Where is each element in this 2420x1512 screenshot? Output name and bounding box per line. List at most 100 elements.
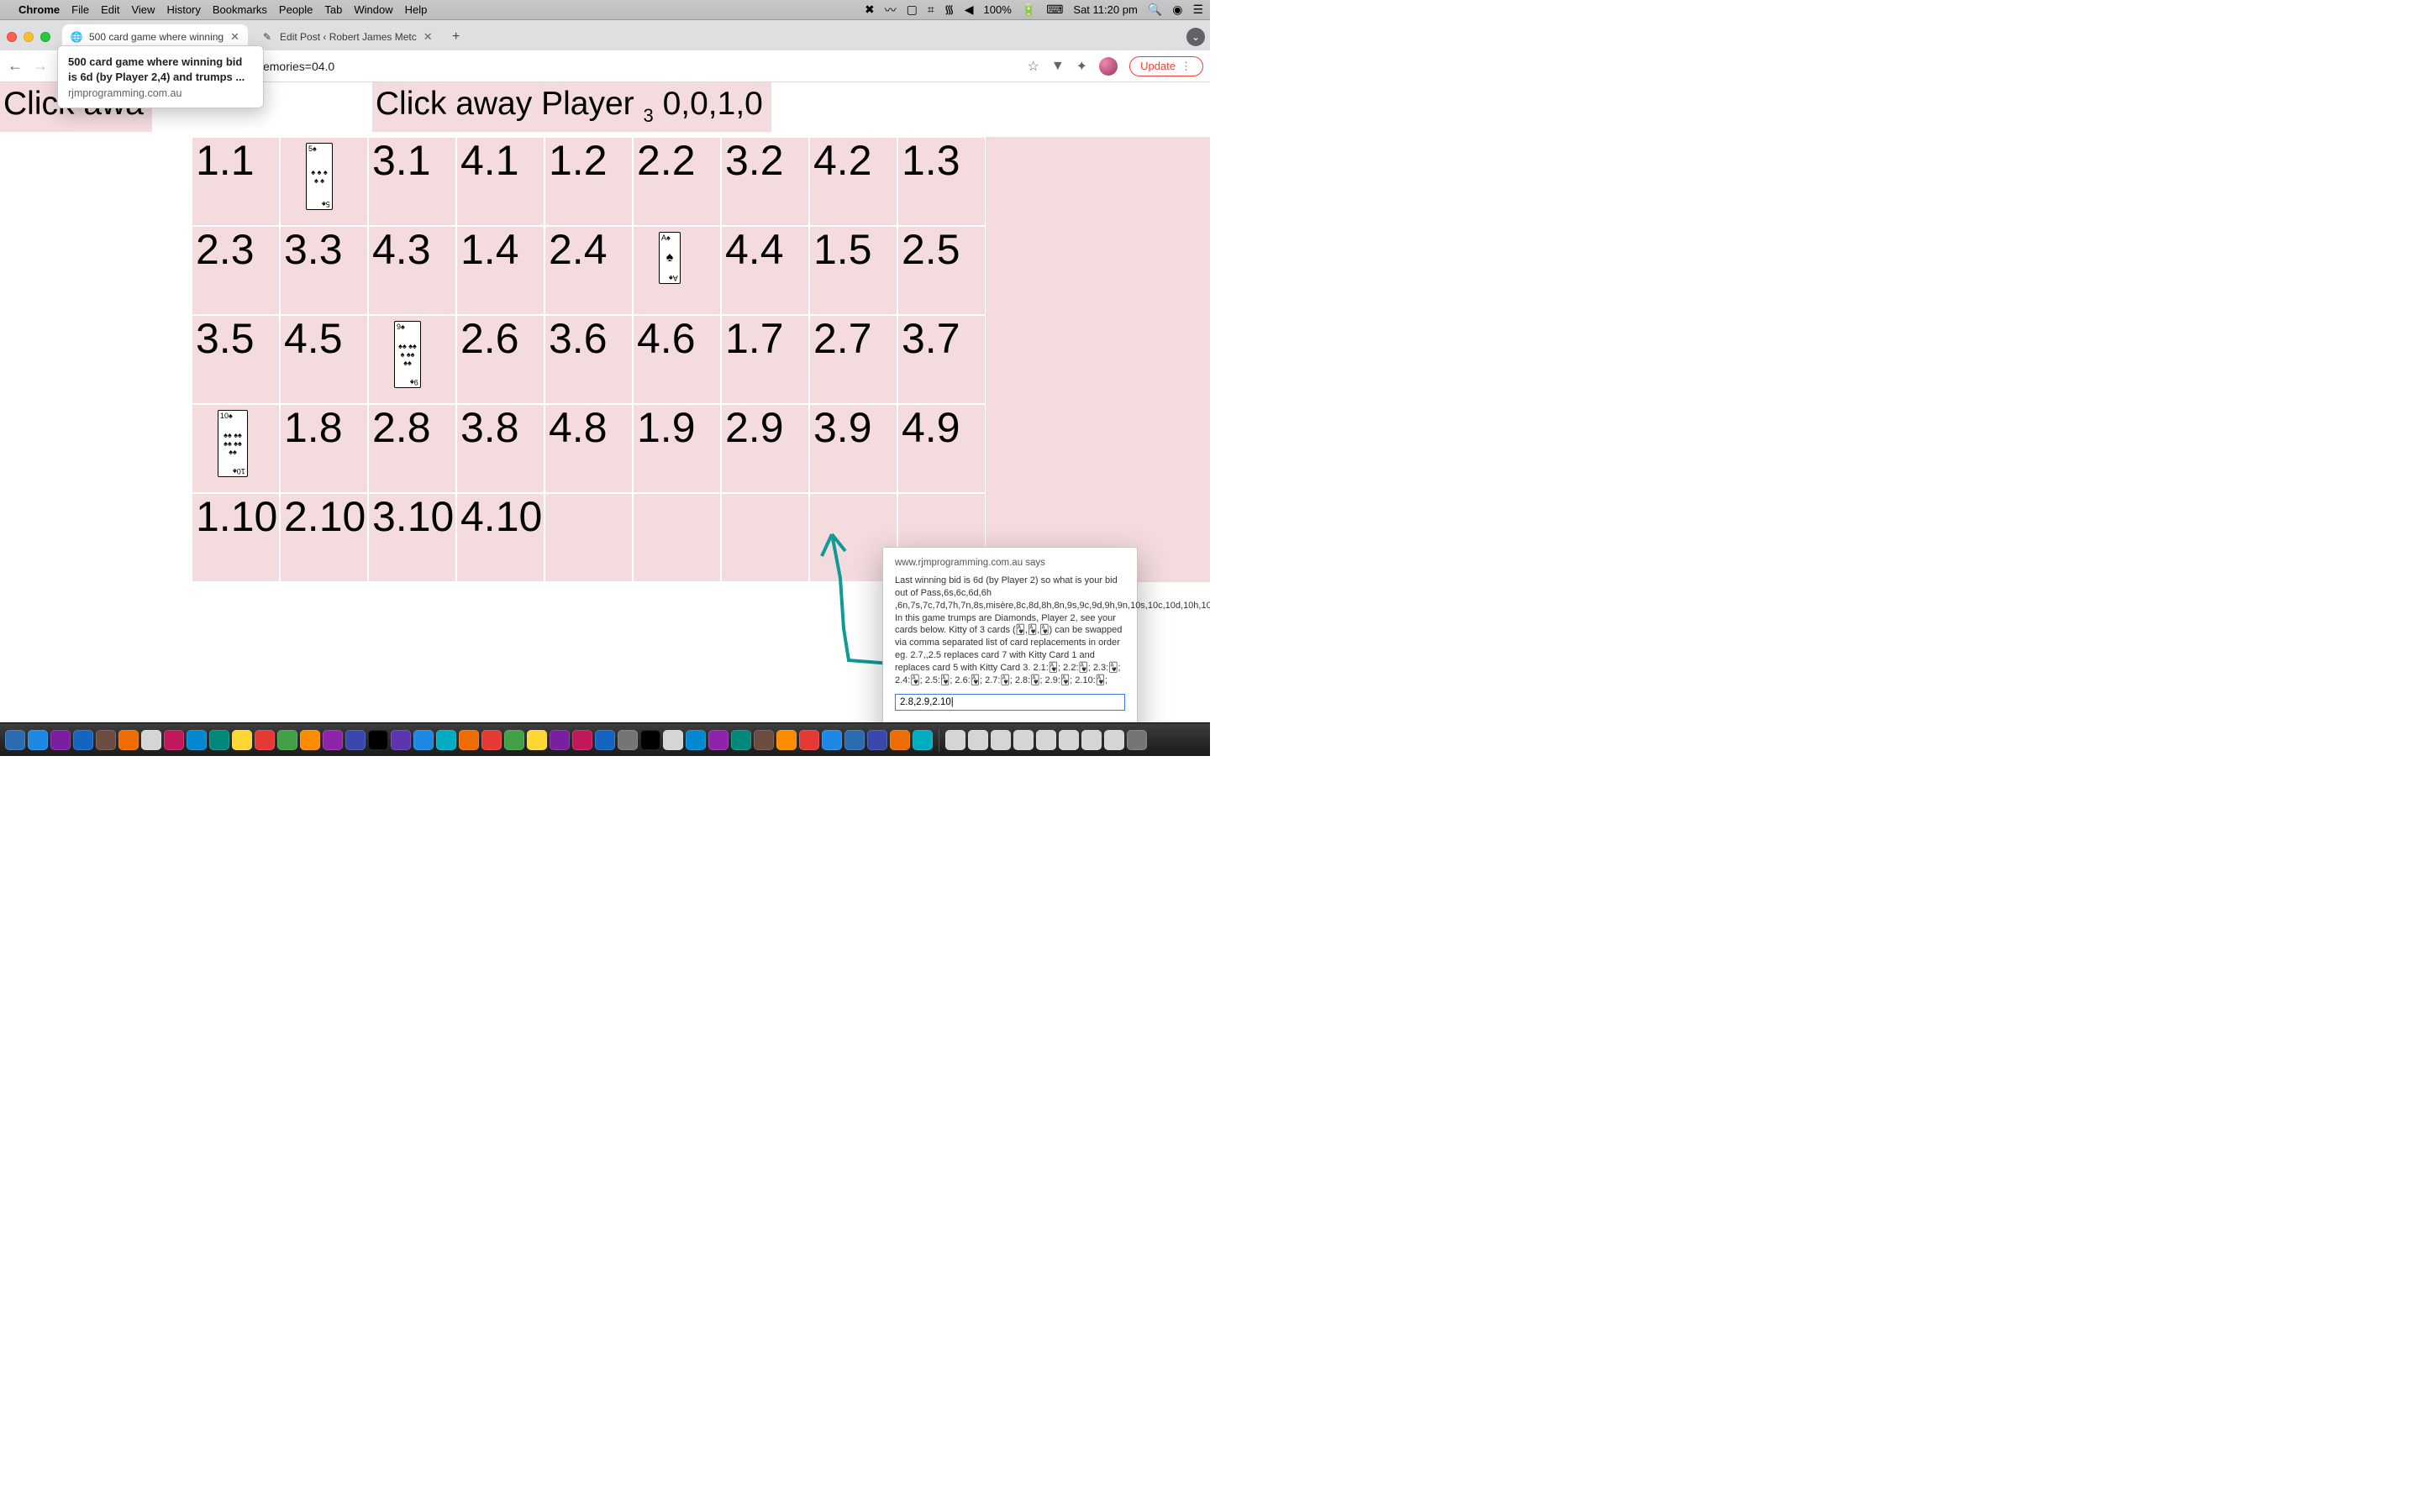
dock-app-icon[interactable] xyxy=(527,730,547,750)
grid-cell[interactable]: 1.1 xyxy=(192,137,280,226)
dock-app-icon[interactable] xyxy=(663,730,683,750)
kebab-icon[interactable]: ⋮ xyxy=(1181,60,1192,73)
grid-cell[interactable]: 1.7 xyxy=(721,315,809,404)
update-button[interactable]: Update ⋮ xyxy=(1129,56,1203,76)
grid-cell[interactable] xyxy=(633,493,721,582)
dock-app-icon[interactable] xyxy=(345,730,366,750)
minimize-window-button[interactable] xyxy=(24,32,34,42)
dock-app-icon[interactable] xyxy=(28,730,48,750)
grid-cell[interactable]: 1.10 xyxy=(192,493,280,582)
grid-cell[interactable]: 4.1 xyxy=(456,137,544,226)
siri-icon[interactable]: ◉ xyxy=(1172,3,1182,17)
dock-app-icon[interactable] xyxy=(255,730,275,750)
grid-cell[interactable] xyxy=(544,493,633,582)
dock-app-icon[interactable] xyxy=(890,730,910,750)
grid-cell[interactable] xyxy=(721,493,809,582)
dock-app-icon[interactable] xyxy=(991,730,1011,750)
playing-card[interactable]: 5♠♠ ♠ ♠ ♠ ♠5♠ xyxy=(306,143,333,210)
close-window-button[interactable] xyxy=(7,32,17,42)
grid-cell[interactable]: 3.9 xyxy=(809,404,897,493)
dock-trash-icon[interactable] xyxy=(1127,730,1147,750)
grid-cell[interactable]: 2.2 xyxy=(633,137,721,226)
grid-cell[interactable]: 3.5 xyxy=(192,315,280,404)
dock-app-icon[interactable] xyxy=(708,730,729,750)
dock-app-icon[interactable] xyxy=(572,730,592,750)
back-button[interactable]: ← xyxy=(7,57,24,75)
spotlight-icon[interactable]: 🔍 xyxy=(1148,3,1162,17)
menu-edit[interactable]: Edit xyxy=(101,3,119,16)
zoom-window-button[interactable] xyxy=(40,32,50,42)
dock-app-icon[interactable] xyxy=(187,730,207,750)
grid-cell[interactable]: 1.3 xyxy=(897,137,986,226)
grid-cell[interactable]: 1.9 xyxy=(633,404,721,493)
dock-app-icon[interactable] xyxy=(618,730,638,750)
dock-app-icon[interactable] xyxy=(459,730,479,750)
dock-app-icon[interactable] xyxy=(968,730,988,750)
grid-cell[interactable]: 10♠♠♠ ♠♠ ♠♠ ♠♠ ♠♠10♠ xyxy=(192,404,280,493)
clock[interactable]: Sat 11:20 pm xyxy=(1073,3,1137,16)
menu-tab[interactable]: Tab xyxy=(324,3,342,16)
dock-app-icon[interactable] xyxy=(96,730,116,750)
dock-app-icon[interactable] xyxy=(731,730,751,750)
dock-app-icon[interactable] xyxy=(1104,730,1124,750)
dock-app-icon[interactable] xyxy=(776,730,797,750)
dialog-input[interactable] xyxy=(895,694,1125,711)
keyboard-icon[interactable]: ⌨ xyxy=(1046,3,1063,17)
grid-cell[interactable]: 4.8 xyxy=(544,404,633,493)
grid-cell[interactable]: 2.10 xyxy=(280,493,368,582)
grid-cell[interactable]: 2.4 xyxy=(544,226,633,315)
grid-cell[interactable]: 3.1 xyxy=(368,137,456,226)
volume-icon[interactable]: ◀ xyxy=(965,3,974,17)
dock-app-icon[interactable] xyxy=(640,730,660,750)
dock-app-icon[interactable] xyxy=(799,730,819,750)
grid-cell[interactable]: 1.4 xyxy=(456,226,544,315)
dock-app-icon[interactable] xyxy=(141,730,161,750)
grid-cell[interactable]: 3.7 xyxy=(897,315,986,404)
grid-cell[interactable]: A♠♠A♠ xyxy=(633,226,721,315)
dock-app-icon[interactable] xyxy=(1013,730,1034,750)
tab-second[interactable]: ✎ Edit Post ‹ Robert James Metc ✕ xyxy=(253,24,441,50)
menu-help[interactable]: Help xyxy=(405,3,428,16)
bookmark-star-icon[interactable]: ☆ xyxy=(1027,58,1039,75)
dock-app-icon[interactable] xyxy=(164,730,184,750)
tab-close-icon[interactable]: ✕ xyxy=(424,30,433,44)
menu-people[interactable]: People xyxy=(279,3,313,16)
grid-cell[interactable]: 2.6 xyxy=(456,315,544,404)
profile-avatar[interactable] xyxy=(1099,57,1118,76)
dock-app-icon[interactable] xyxy=(504,730,524,750)
grid-cell[interactable]: 2.7 xyxy=(809,315,897,404)
airplay-icon[interactable]: ▢ xyxy=(907,3,918,17)
dock-app-icon[interactable] xyxy=(413,730,434,750)
dock-app-icon[interactable] xyxy=(436,730,456,750)
grid-cell[interactable]: 3.10 xyxy=(368,493,456,582)
grid-cell[interactable]: 1.2 xyxy=(544,137,633,226)
grid-cell[interactable]: 1.8 xyxy=(280,404,368,493)
grid-cell[interactable]: 1.5 xyxy=(809,226,897,315)
tab-close-icon[interactable]: ✕ xyxy=(230,30,239,44)
grid-cell[interactable]: 2.5 xyxy=(897,226,986,315)
dock-app-icon[interactable] xyxy=(754,730,774,750)
grid-cell[interactable]: 3.8 xyxy=(456,404,544,493)
dock-app-icon[interactable] xyxy=(945,730,965,750)
dock-app-icon[interactable] xyxy=(686,730,706,750)
dock-app-icon[interactable] xyxy=(118,730,139,750)
forward-button[interactable]: → xyxy=(32,57,49,75)
dock-app-icon[interactable] xyxy=(1081,730,1102,750)
dock-app-icon[interactable] xyxy=(867,730,887,750)
control-center-icon[interactable]: ☰ xyxy=(1192,3,1203,17)
dock-app-icon[interactable] xyxy=(1059,730,1079,750)
grid-cell[interactable]: 2.9 xyxy=(721,404,809,493)
menubar-app[interactable]: Chrome xyxy=(18,3,60,16)
grid-cell[interactable]: 4.2 xyxy=(809,137,897,226)
dock-app-icon[interactable] xyxy=(913,730,933,750)
grid-cell[interactable]: 3.6 xyxy=(544,315,633,404)
grid-cell[interactable]: 4.5 xyxy=(280,315,368,404)
dock-app-icon[interactable] xyxy=(209,730,229,750)
tab-overflow-button[interactable]: ⌄ xyxy=(1186,28,1205,46)
extension-v-icon[interactable]: ▼ xyxy=(1051,59,1065,74)
grid-cell[interactable]: 2.3 xyxy=(192,226,280,315)
grid-cell[interactable]: 9♠♠♠ ♠♠ ♠ ♠♠ ♠♠9♠ xyxy=(368,315,456,404)
dock-app-icon[interactable] xyxy=(300,730,320,750)
grid-cell[interactable]: 3.3 xyxy=(280,226,368,315)
playing-card[interactable]: A♠♠A♠ xyxy=(659,232,681,284)
